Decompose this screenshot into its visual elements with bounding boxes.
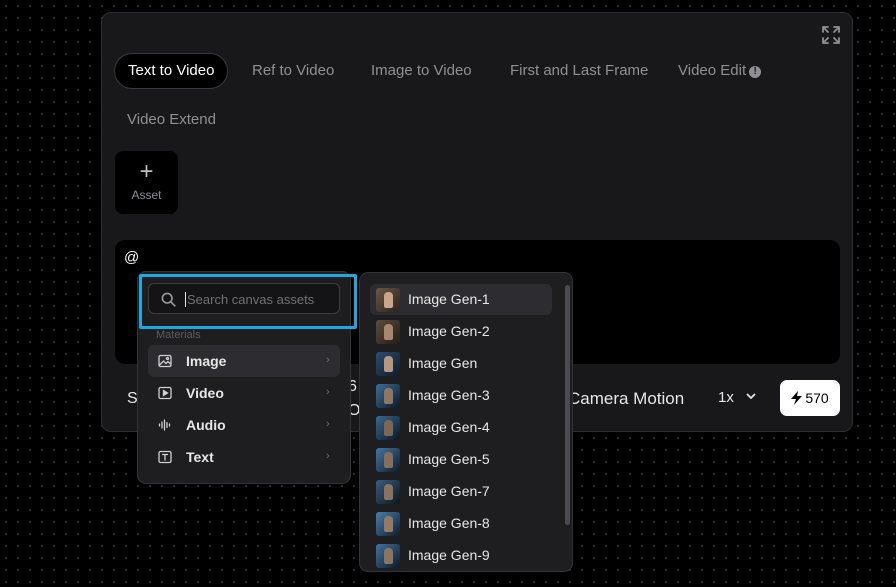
list-item-image-gen[interactable]: Image Gen (370, 348, 552, 379)
tab-first-and-last-frame[interactable]: First and Last Frame (497, 53, 661, 89)
image-thumbnail (376, 512, 400, 536)
tab-video-extend[interactable]: Video Extend (114, 102, 229, 138)
image-thumbnail (376, 480, 400, 504)
video-icon (158, 386, 172, 400)
list-item-image-gen-4[interactable]: Image Gen-4 (370, 412, 552, 443)
menu-item-text[interactable]: Text › (148, 441, 340, 473)
fullscreen-icon[interactable] (821, 25, 841, 45)
tab-text-to-video[interactable]: Text to Video (114, 53, 229, 89)
image-asset-list: Image Gen-1 Image Gen-2 Image Gen Image … (359, 272, 573, 572)
list-item-image-gen-3[interactable]: Image Gen-3 (370, 380, 552, 411)
camera-motion-button[interactable]: Camera Motion (568, 389, 684, 409)
image-thumbnail (376, 320, 400, 344)
search-input[interactable]: Search canvas assets (148, 283, 340, 314)
image-thumbnail (376, 288, 400, 312)
tab-ref-to-video[interactable]: Ref to Video (239, 53, 347, 89)
image-thumbnail (376, 544, 400, 568)
list-item-image-gen-7[interactable]: Image Gen-7 (370, 476, 552, 507)
generate-button[interactable]: 570 (780, 380, 840, 416)
chevron-down-icon (746, 393, 756, 400)
list-item-image-gen-5[interactable]: Image Gen-5 (370, 444, 552, 475)
audio-icon (158, 418, 172, 432)
list-item-image-gen-1[interactable]: Image Gen-1 (370, 284, 552, 315)
menu-item-audio[interactable]: Audio › (148, 409, 340, 441)
chevron-right-icon: › (326, 450, 330, 462)
tab-video-edit[interactable]: Video Edit! (665, 53, 774, 89)
image-list-scrollbar[interactable] (565, 285, 570, 525)
image-thumbnail (376, 416, 400, 440)
materials-section-label: Materials (156, 329, 201, 341)
image-icon (158, 354, 172, 368)
chevron-right-icon: › (326, 386, 330, 398)
plus-icon: + (139, 158, 154, 185)
lightning-icon (791, 391, 803, 405)
menu-item-video[interactable]: Video › (148, 377, 340, 409)
chevron-right-icon: › (326, 354, 330, 366)
text-icon (158, 450, 172, 464)
image-thumbnail (376, 448, 400, 472)
search-icon (161, 292, 176, 312)
list-item-image-gen-8[interactable]: Image Gen-8 (370, 508, 552, 539)
chevron-right-icon: › (326, 418, 330, 430)
list-item-image-gen-2[interactable]: Image Gen-2 (370, 316, 552, 347)
tab-image-to-video[interactable]: Image to Video (358, 53, 485, 89)
list-item-image-gen-9[interactable]: Image Gen-9 (370, 540, 552, 571)
speed-select[interactable]: 1x (718, 389, 757, 406)
add-asset-button[interactable]: + Asset (115, 151, 178, 214)
image-thumbnail (376, 384, 400, 408)
menu-item-image[interactable]: Image › (148, 345, 340, 377)
text-caret (185, 292, 186, 307)
info-icon: ! (749, 66, 762, 78)
image-thumbnail (376, 352, 400, 376)
